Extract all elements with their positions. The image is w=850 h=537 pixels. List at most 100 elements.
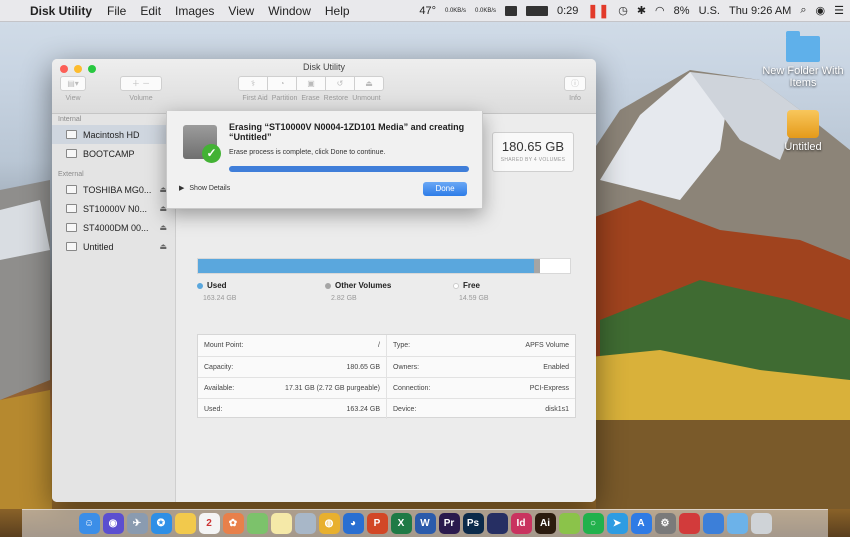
info-key: Device: — [393, 405, 417, 413]
sidebar-item-st4000dm[interactable]: ST4000DM 00... ⏏ — [52, 218, 175, 237]
battery-time[interactable]: 0:29 — [557, 5, 578, 17]
network-upload[interactable]: 0.0KB/s — [445, 8, 466, 14]
wifi-icon[interactable]: ◠ — [655, 4, 665, 17]
dock-finder-icon[interactable]: ☺ — [78, 513, 100, 534]
dock-telegram-icon[interactable]: ➤ — [606, 513, 628, 534]
menu-view[interactable]: View — [221, 4, 261, 18]
dock-powerpoint-icon[interactable]: P — [366, 513, 388, 534]
clock[interactable]: Thu 9:26 AM — [729, 5, 791, 17]
legend-dot — [453, 282, 459, 289]
dock-safari-icon[interactable]: ✪ — [150, 513, 172, 534]
dock-folder-icon[interactable] — [726, 513, 748, 534]
memory-graph-icon[interactable] — [526, 5, 548, 16]
table-row: Mount Point: / Type: APFS Volume — [198, 335, 575, 356]
dock-launchpad-icon[interactable]: ✈ — [126, 513, 148, 534]
dock-settings-icon[interactable]: ⚙ — [654, 513, 676, 534]
spotlight-icon[interactable]: ⌕ — [800, 4, 806, 17]
bluetooth-icon[interactable]: ✱ — [637, 4, 646, 17]
eject-icon[interactable]: ⏏ — [159, 223, 167, 232]
restore-label: Restore — [323, 95, 349, 102]
menu-help[interactable]: Help — [318, 4, 357, 18]
info-label: Info — [569, 95, 581, 102]
desktop-icon-label: Untitled — [784, 141, 822, 153]
progress-fill — [229, 166, 469, 172]
dock-chrome-icon[interactable]: ◍ — [318, 513, 340, 534]
sidebar-item-st10000v[interactable]: ST10000V N0... ⏏ — [52, 199, 175, 218]
dock-qq-icon[interactable] — [702, 513, 724, 534]
info-value: PCI-Express — [529, 384, 569, 392]
erase-complete-sheet: ✓ Erasing “ST10000V N0004-1ZD101 Media” … — [166, 111, 483, 209]
volume-label: Volume — [129, 95, 153, 102]
dock-network-icon[interactable]: ◕ — [342, 513, 364, 534]
dock-notes-icon[interactable] — [270, 513, 292, 534]
disk-icon — [66, 223, 77, 232]
dock-word-icon[interactable]: W — [414, 513, 436, 534]
eject-icon: ⏏ — [365, 79, 373, 88]
dock-app-store-icon[interactable]: A — [630, 513, 652, 534]
sidebar-item-toshiba[interactable]: TOSHIBA MG0... ⏏ — [52, 180, 175, 199]
eject-icon[interactable]: ⏏ — [159, 242, 167, 251]
menu-window[interactable]: Window — [261, 4, 318, 18]
sidebar: Internal Macintosh HD BOOTCAMP External … — [52, 114, 176, 502]
restore-button[interactable]: ↺ — [325, 76, 355, 91]
first-aid-label: First Aid — [242, 95, 268, 102]
usage-bar-used — [198, 259, 535, 273]
temperature-status[interactable]: 47° — [419, 5, 436, 17]
menu-file[interactable]: File — [100, 4, 133, 18]
dock-excel-icon[interactable]: X — [390, 513, 412, 534]
partition-label: Partition — [271, 95, 298, 102]
network-download[interactable]: 0.0KB/s — [475, 8, 496, 14]
menu-images[interactable]: Images — [168, 4, 221, 18]
dock-bridge-icon[interactable] — [486, 513, 508, 534]
dock-line-icon[interactable]: ○ — [582, 513, 604, 534]
dock-illustrator-icon[interactable]: Ai — [534, 513, 556, 534]
desktop-icon-untitled[interactable]: Untitled — [758, 110, 848, 153]
info-value: 17.31 GB (2.72 GB purgeable) — [285, 384, 380, 392]
dock-notes-yellow-icon[interactable] — [174, 513, 196, 534]
done-button[interactable]: Done — [423, 182, 467, 196]
partition-button[interactable]: ◔ — [267, 76, 297, 91]
dock-photoshop-icon[interactable]: Ps — [462, 513, 484, 534]
pause-icon[interactable]: ❚❚ — [587, 3, 609, 19]
info-button[interactable]: ⓘ — [564, 76, 586, 91]
show-details-toggle[interactable]: ▶ Show Details — [179, 184, 230, 193]
sidebar-item-untitled[interactable]: Untitled ⏏ — [52, 237, 175, 256]
capacity-value: 180.65 GB — [501, 139, 565, 154]
info-key: Type: — [393, 342, 411, 349]
battery-percent[interactable]: 8% — [674, 5, 690, 17]
cpu-graph-icon[interactable] — [505, 5, 517, 16]
desktop-icon-new-folder[interactable]: New Folder With Items — [758, 30, 848, 89]
time-machine-icon[interactable]: ◷ — [618, 4, 628, 17]
dock-photos-icon[interactable]: ✿ — [222, 513, 244, 534]
table-row: Used: 163.24 GB Device: disk1s1 — [198, 398, 575, 419]
dock-android-icon[interactable] — [558, 513, 580, 534]
usage-bar-other — [534, 259, 541, 273]
siri-icon[interactable]: ◉ — [816, 4, 826, 17]
capacity-caption: SHARED BY 4 VOLUMES — [500, 157, 566, 163]
erase-button[interactable]: ▣ — [296, 76, 326, 91]
menu-edit[interactable]: Edit — [133, 4, 168, 18]
sidebar-item-macintosh-hd[interactable]: Macintosh HD — [52, 125, 175, 144]
dock-remote-icon[interactable] — [678, 513, 700, 534]
window-title: Disk Utility — [303, 62, 345, 72]
dock-siri-icon[interactable]: ◉ — [102, 513, 124, 534]
notification-center-icon[interactable]: ☰ — [834, 4, 844, 17]
info-key: Connection: — [393, 384, 431, 392]
dock-premiere-icon[interactable]: Pr — [438, 513, 460, 534]
volume-button[interactable]: ＋ － — [120, 76, 162, 91]
unmount-button[interactable]: ⏏ — [354, 76, 384, 91]
dock-maps-icon[interactable] — [246, 513, 268, 534]
input-source[interactable]: U.S. — [699, 5, 720, 17]
app-menu[interactable]: Disk Utility — [26, 4, 100, 18]
first-aid-button[interactable]: ⚕ — [238, 76, 268, 91]
legend-label: Other Volumes — [335, 281, 392, 290]
view-button[interactable]: ▤▾ — [60, 76, 86, 91]
dock-indesign-icon[interactable]: Id — [510, 513, 532, 534]
dock-preview-icon[interactable] — [294, 513, 316, 534]
dock-trash-icon[interactable] — [750, 513, 772, 534]
sidebar-item-bootcamp[interactable]: BOOTCAMP — [52, 144, 175, 163]
disclosure-triangle-icon: ▶ — [179, 185, 185, 192]
erase-label: Erase — [301, 95, 320, 102]
title-bar: Disk Utility ▤▾ View ＋ － Volume ⚕ ◔ ▣ ↺ … — [52, 59, 596, 114]
dock-calendar-icon[interactable]: 2 — [198, 513, 220, 534]
